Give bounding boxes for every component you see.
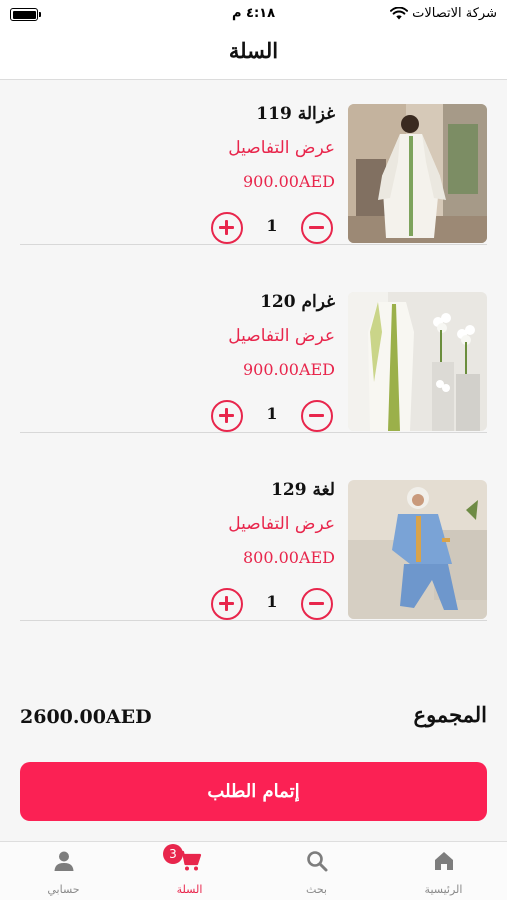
increase-quantity-button[interactable]: [211, 588, 243, 620]
decrease-quantity-button[interactable]: [301, 588, 333, 620]
tab-search[interactable]: بحث: [253, 842, 380, 900]
product-name: لغة 129: [271, 480, 335, 500]
total-value: 2600.00AED: [20, 706, 152, 728]
search-icon: [306, 851, 327, 872]
product-price: 800.00AED: [242, 548, 335, 567]
cart-item: غزالة 119 عرض التفاصيل 900.00AED 1: [20, 80, 487, 245]
battery-icon: [10, 8, 41, 21]
checkout-button[interactable]: إتمام الطلب: [20, 762, 487, 821]
tab-account[interactable]: حسابي: [0, 842, 127, 900]
status-time: ٤:١٨ م: [231, 6, 276, 21]
tab-bar: الرئيسية بحث 3 السلة حسابي: [0, 841, 507, 900]
view-details-link[interactable]: عرض التفاصيل: [228, 326, 335, 346]
tab-label: السلة: [176, 883, 203, 896]
quantity-stepper: 1: [211, 212, 333, 244]
quantity-value: 1: [266, 592, 278, 611]
product-price: 900.00AED: [242, 360, 335, 379]
increase-quantity-button[interactable]: [211, 212, 243, 244]
product-image[interactable]: [348, 480, 487, 619]
view-details-link[interactable]: عرض التفاصيل: [228, 138, 335, 158]
tab-cart[interactable]: 3 السلة: [126, 842, 253, 900]
view-details-link[interactable]: عرض التفاصيل: [228, 514, 335, 534]
product-image[interactable]: [348, 292, 487, 431]
decrease-quantity-button[interactable]: [301, 212, 333, 244]
home-icon: [434, 852, 453, 870]
nav-header: السلة: [0, 30, 507, 80]
tab-label: بحث: [306, 883, 327, 896]
product-price: 900.00AED: [242, 172, 335, 191]
product-image[interactable]: [348, 104, 487, 243]
tab-label: حسابي: [47, 883, 80, 896]
page-title: السلة: [228, 38, 279, 63]
tab-home[interactable]: الرئيسية: [380, 842, 507, 900]
status-bar: شركة الاتصالات ٤:١٨ م: [0, 0, 507, 30]
tab-label: الرئيسية: [424, 883, 463, 896]
quantity-stepper: 1: [211, 400, 333, 432]
total-label: المجموع: [413, 702, 487, 727]
user-icon: [54, 851, 73, 871]
increase-quantity-button[interactable]: [211, 400, 243, 432]
product-name: غزالة 119: [256, 104, 335, 124]
cart-count-badge: 3: [163, 844, 183, 864]
decrease-quantity-button[interactable]: [301, 400, 333, 432]
cart-item: غرام 120 عرض التفاصيل 900.00AED 1: [20, 268, 487, 433]
product-name: غرام 120: [260, 292, 335, 312]
quantity-value: 1: [266, 216, 278, 235]
quantity-stepper: 1: [211, 588, 333, 620]
cart-item: لغة 129 عرض التفاصيل 800.00AED 1: [20, 456, 487, 621]
quantity-value: 1: [266, 404, 278, 423]
